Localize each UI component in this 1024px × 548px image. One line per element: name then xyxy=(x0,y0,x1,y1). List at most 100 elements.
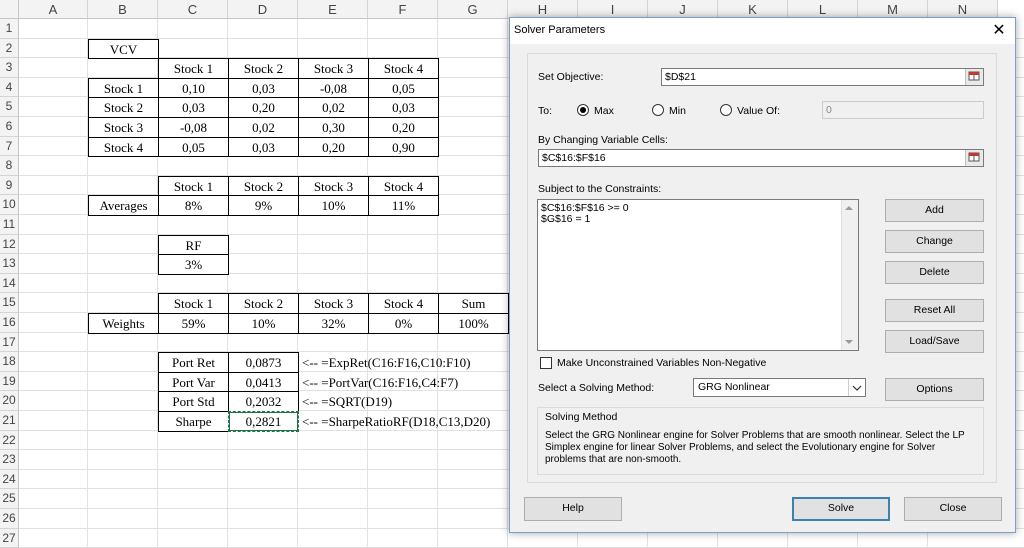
solve-button[interactable]: Solve xyxy=(792,497,890,521)
row-header[interactable]: 18 xyxy=(0,352,19,372)
method-select[interactable]: GRG Nonlinear xyxy=(693,378,866,397)
row-header[interactable]: 13 xyxy=(0,254,19,274)
row-header[interactable]: 3 xyxy=(0,58,19,78)
constraints-scrollbar[interactable] xyxy=(841,200,858,350)
changing-cells-ref-button[interactable] xyxy=(965,150,983,166)
add-button[interactable]: Add xyxy=(885,199,984,222)
vcv-value-cell[interactable]: 0,05 xyxy=(158,136,229,158)
result-label-cell[interactable]: Sharpe xyxy=(158,411,229,432)
row-header[interactable]: 9 xyxy=(0,175,19,196)
vcv-value-cell[interactable]: 0,02 xyxy=(298,97,369,118)
row-header[interactable]: 14 xyxy=(0,273,19,294)
constraint-item[interactable]: $G$16 = 1 xyxy=(541,213,590,225)
change-button[interactable]: Change xyxy=(885,230,984,253)
result-label-cell[interactable]: Port Ret xyxy=(158,352,229,373)
value-of-radio[interactable] xyxy=(720,104,732,116)
row-header[interactable]: 25 xyxy=(0,489,19,509)
vcv-value-cell[interactable]: 0,03 xyxy=(228,136,299,158)
row-header[interactable]: 4 xyxy=(0,77,19,98)
objective-input[interactable]: $D$21 xyxy=(661,68,984,86)
avg-header-cell[interactable]: Stock 4 xyxy=(368,175,439,197)
weights-header-cell[interactable]: Stock 4 xyxy=(368,293,439,314)
weights-header-cell[interactable]: Stock 3 xyxy=(298,293,369,314)
row-header[interactable]: 2 xyxy=(0,38,19,59)
vcv-value-cell[interactable]: 0,90 xyxy=(368,136,439,158)
rf-value-cell[interactable]: 3% xyxy=(158,254,229,275)
average-value-cell[interactable]: 8% xyxy=(158,195,229,216)
vcv-value-cell[interactable]: 0,20 xyxy=(298,136,369,158)
weights-header-cell[interactable]: Stock 2 xyxy=(228,293,299,314)
result-label-cell[interactable]: Port Var xyxy=(158,371,229,393)
vcv-row-label-cell[interactable]: Stock 3 xyxy=(88,117,159,138)
changing-cells-input[interactable]: $C$16:$F$16 xyxy=(538,149,984,167)
help-button[interactable]: Help xyxy=(524,497,622,521)
constraints-list[interactable]: $C$16:$F$16 >= 0 $G$16 = 1 xyxy=(537,199,859,351)
vcv-value-cell[interactable]: 0,03 xyxy=(368,97,439,118)
row-header[interactable]: 15 xyxy=(0,293,19,313)
vcv-row-label-cell[interactable]: Stock 2 xyxy=(88,97,159,118)
dropdown-button[interactable] xyxy=(848,379,865,396)
avg-header-cell[interactable]: Stock 2 xyxy=(228,175,299,197)
vcv-value-cell[interactable]: -0,08 xyxy=(158,117,229,138)
row-header[interactable]: 6 xyxy=(0,117,19,137)
column-header[interactable]: F xyxy=(368,0,438,19)
result-value-cell[interactable]: 0,2032 xyxy=(228,391,299,412)
scroll-up-icon[interactable] xyxy=(845,206,853,210)
vcv-value-cell[interactable]: 0,05 xyxy=(368,77,439,99)
nonneg-checkbox[interactable] xyxy=(540,357,552,369)
row-header[interactable]: 22 xyxy=(0,430,19,451)
row-header[interactable]: 21 xyxy=(0,411,19,431)
vcv-value-cell[interactable]: 0,02 xyxy=(228,117,299,138)
weights-label-cell[interactable]: Weights xyxy=(88,313,159,334)
result-value-cell[interactable]: 0,0873 xyxy=(228,352,299,373)
row-header[interactable]: 5 xyxy=(0,97,19,117)
result-value-cell[interactable]: 0,2821 xyxy=(228,411,299,432)
average-value-cell[interactable]: 10% xyxy=(298,195,369,216)
vcv-value-cell[interactable]: 0,10 xyxy=(158,77,229,99)
weight-value-cell[interactable]: 100% xyxy=(438,313,509,334)
vcv-label-cell[interactable]: VCV xyxy=(88,38,159,60)
vcv-header-cell[interactable]: Stock 2 xyxy=(228,58,299,79)
close-button[interactable]: Close xyxy=(904,497,1002,521)
avg-header-cell[interactable]: Stock 3 xyxy=(298,175,369,197)
column-header[interactable]: G xyxy=(438,0,508,19)
objective-ref-button[interactable] xyxy=(965,69,983,85)
avg-header-cell[interactable]: Stock 1 xyxy=(158,175,229,197)
vcv-value-cell[interactable]: 0,20 xyxy=(228,97,299,118)
row-header[interactable]: 19 xyxy=(0,371,19,392)
row-header[interactable]: 1 xyxy=(0,19,19,39)
average-value-cell[interactable]: 11% xyxy=(368,195,439,216)
min-radio[interactable] xyxy=(652,104,664,116)
options-button[interactable]: Options xyxy=(885,378,984,401)
vcv-header-cell[interactable]: Stock 4 xyxy=(368,58,439,79)
row-header[interactable]: 7 xyxy=(0,136,19,157)
row-header[interactable]: 20 xyxy=(0,391,19,411)
vcv-header-cell[interactable]: Stock 3 xyxy=(298,58,369,79)
vcv-value-cell[interactable]: 0,03 xyxy=(158,97,229,118)
result-value-cell[interactable]: 0,0413 xyxy=(228,371,299,393)
vcv-header-cell[interactable]: Stock 1 xyxy=(158,58,229,79)
row-header[interactable]: 8 xyxy=(0,156,19,176)
row-header[interactable]: 23 xyxy=(0,450,19,470)
vcv-value-cell[interactable]: 0,20 xyxy=(368,117,439,138)
column-header[interactable]: E xyxy=(298,0,368,19)
row-header[interactable]: 26 xyxy=(0,509,19,529)
row-header[interactable]: 16 xyxy=(0,313,19,333)
vcv-value-cell[interactable]: -0,08 xyxy=(298,77,369,99)
vcv-value-cell[interactable]: 0,03 xyxy=(228,77,299,99)
column-header[interactable]: D xyxy=(228,0,298,19)
column-header[interactable]: C xyxy=(158,0,228,19)
weights-header-cell[interactable]: Sum xyxy=(438,293,509,314)
weight-value-cell[interactable]: 10% xyxy=(228,313,299,334)
weight-value-cell[interactable]: 0% xyxy=(368,313,439,334)
weight-value-cell[interactable]: 32% xyxy=(298,313,369,334)
average-value-cell[interactable]: 9% xyxy=(228,195,299,216)
load-save-button[interactable]: Load/Save xyxy=(885,330,984,353)
rf-label-cell[interactable]: RF xyxy=(158,234,229,256)
result-label-cell[interactable]: Port Std xyxy=(158,391,229,412)
row-header[interactable]: 24 xyxy=(0,469,19,490)
weight-value-cell[interactable]: 59% xyxy=(158,313,229,334)
value-of-input[interactable]: 0 xyxy=(822,101,984,119)
close-icon[interactable]: ✕ xyxy=(987,20,1011,42)
select-all-corner[interactable] xyxy=(0,0,19,19)
